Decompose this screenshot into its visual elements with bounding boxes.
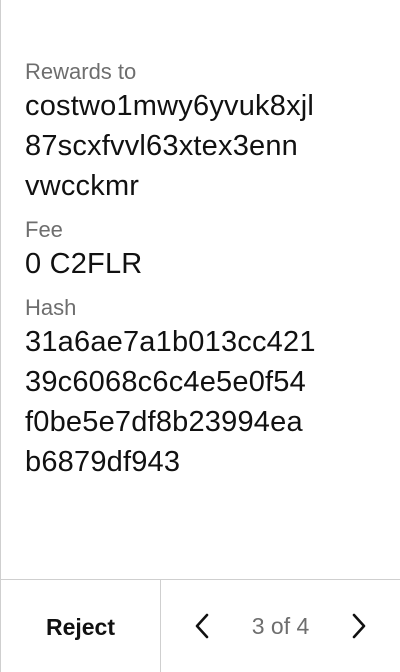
fee-label: Fee: [25, 217, 63, 242]
hash-label: Hash: [25, 295, 77, 320]
hash-line: 39c6068c6c4e5e0f54: [25, 366, 306, 398]
transaction-details: Rewards to costwo1mwy6yvuk8xjl 87scxfvvl…: [25, 58, 381, 482]
hash-line: f0be5e7df8b23994ea: [25, 406, 303, 438]
transaction-review-screen: Rewards to costwo1mwy6yvuk8xjl 87scxfvvl…: [0, 0, 400, 672]
hash-value: 31a6ae7a1b013cc421 39c6068c6c4e5e0f54 f0…: [25, 322, 381, 482]
chevron-left-icon[interactable]: [189, 611, 215, 641]
chevron-right-icon[interactable]: [346, 611, 372, 641]
rewards-to-address-line: costwo1mwy6yvuk8xjl: [25, 90, 315, 122]
action-footer: Reject 3 of 4: [1, 579, 400, 672]
page-indicator: 3 of 4: [251, 612, 310, 639]
rewards-to-address: costwo1mwy6yvuk8xjl 87scxfvvl63xtex3enn …: [25, 86, 381, 206]
hash-line: 31a6ae7a1b013cc421: [25, 326, 316, 358]
rewards-to-address-line: 87scxfvvl63xtex3enn: [25, 130, 299, 162]
rewards-to-address-line: vwcckmr: [25, 170, 140, 202]
reject-button[interactable]: Reject: [1, 580, 161, 672]
hash-line: b6879df943: [25, 446, 181, 478]
fee-value: 0 C2FLR: [25, 248, 143, 280]
pagination: 3 of 4: [161, 580, 400, 672]
rewards-to-label: Rewards to: [25, 59, 137, 84]
